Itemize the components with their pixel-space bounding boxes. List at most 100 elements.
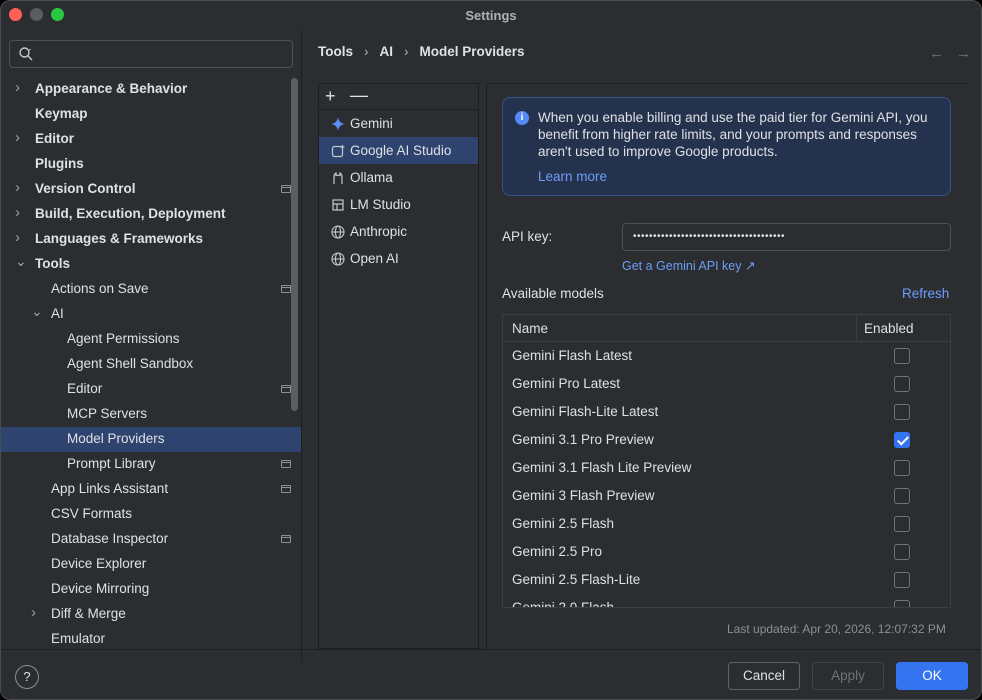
provider-label: LM Studio <box>350 197 411 212</box>
tree-item[interactable]: ⌄ AI <box>1 302 301 327</box>
info-icon: i <box>515 111 529 125</box>
table-row[interactable]: Gemini 2.5 Flash <box>503 510 950 538</box>
remove-provider-button[interactable]: — <box>350 85 368 106</box>
chevron-down-icon[interactable]: ⌄ <box>15 253 27 269</box>
tree-item[interactable]: Editor <box>1 377 301 402</box>
tree-scrollbar[interactable] <box>291 78 298 411</box>
forward-arrow-icon[interactable]: → <box>956 45 971 62</box>
tree-item[interactable]: Actions on Save <box>1 277 301 302</box>
available-models-label: Available models <box>502 286 604 301</box>
tree-item-label: Keymap <box>35 106 88 121</box>
cancel-button[interactable]: Cancel <box>728 662 800 690</box>
tree-item[interactable]: CSV Formats <box>1 502 301 527</box>
model-enabled-checkbox[interactable] <box>894 432 910 448</box>
tree-item[interactable]: › Appearance & Behavior <box>1 77 301 102</box>
model-enabled-checkbox[interactable] <box>894 460 910 476</box>
api-key-input[interactable]: •••••••••••••••••••••••••••••••••••••• <box>622 223 951 251</box>
model-enabled-checkbox[interactable] <box>894 516 910 532</box>
tree-item-label: Database Inspector <box>51 531 169 546</box>
tree-item[interactable]: Database Inspector <box>1 527 301 552</box>
tree-item[interactable]: › Version Control <box>1 177 301 202</box>
provider-item[interactable]: Google AI Studio <box>319 137 478 164</box>
column-header-enabled[interactable]: Enabled <box>864 321 914 336</box>
tree-item[interactable]: Keymap <box>1 102 301 127</box>
tree-item[interactable]: › Editor <box>1 127 301 152</box>
model-enabled-checkbox[interactable] <box>894 404 910 420</box>
tree-item-label: App Links Assistant <box>51 481 169 496</box>
chevron-right-icon[interactable]: › <box>15 179 27 196</box>
model-enabled-checkbox[interactable] <box>894 572 910 588</box>
provider-item[interactable]: Open AI <box>319 245 478 272</box>
tree-item[interactable]: Plugins <box>1 152 301 177</box>
table-row[interactable]: Gemini 3.1 Pro Preview <box>503 426 950 454</box>
provider-item[interactable]: Anthropic <box>319 218 478 245</box>
tree-item[interactable]: › Languages & Frameworks <box>1 227 301 252</box>
model-enabled-checkbox[interactable] <box>894 544 910 560</box>
chevron-right-icon: › <box>364 44 369 59</box>
tree-item[interactable]: Device Explorer <box>1 552 301 577</box>
model-enabled-checkbox[interactable] <box>894 348 910 364</box>
get-api-key-link[interactable]: Get a Gemini API key ↗ <box>622 258 755 273</box>
minimize-window-button[interactable] <box>30 8 43 21</box>
chevron-right-icon[interactable]: › <box>15 129 27 146</box>
tree-item[interactable]: App Links Assistant <box>1 477 301 502</box>
chevron-down-icon[interactable]: ⌄ <box>31 303 43 319</box>
column-header-name[interactable]: Name <box>512 321 548 336</box>
tree-item[interactable]: Agent Shell Sandbox <box>1 352 301 377</box>
tree-item[interactable]: Agent Permissions <box>1 327 301 352</box>
ollama-icon <box>330 170 346 186</box>
tree-item-label: Version Control <box>35 181 136 196</box>
provider-item[interactable]: Ollama <box>319 164 478 191</box>
model-enabled-checkbox[interactable] <box>894 488 910 504</box>
model-name: Gemini 3.1 Flash Lite Preview <box>512 460 692 475</box>
help-button[interactable]: ? <box>15 665 39 689</box>
tree-item-label: Plugins <box>35 156 84 171</box>
model-name: Gemini Flash-Lite Latest <box>512 404 659 419</box>
tree-item-label: CSV Formats <box>51 506 133 521</box>
model-enabled-checkbox[interactable] <box>894 376 910 392</box>
learn-more-link[interactable]: Learn more <box>538 169 607 184</box>
tree-item[interactable]: MCP Servers <box>1 402 301 427</box>
chevron-right-icon[interactable]: › <box>15 79 27 96</box>
back-arrow-icon[interactable]: ← <box>929 45 944 62</box>
tree-item[interactable]: Device Mirroring <box>1 577 301 602</box>
table-row[interactable]: Gemini Flash Latest <box>503 342 950 370</box>
project-scope-icon <box>281 485 291 493</box>
column-separator[interactable] <box>856 315 857 342</box>
tree-item-label: Device Explorer <box>51 556 147 571</box>
table-row[interactable]: Gemini Flash-Lite Latest <box>503 398 950 426</box>
provider-item[interactable]: Gemini <box>319 110 478 137</box>
tree-item[interactable]: Model Providers <box>1 427 301 452</box>
refresh-link[interactable]: Refresh <box>902 286 949 301</box>
table-row[interactable]: Gemini Pro Latest <box>503 370 950 398</box>
close-window-button[interactable] <box>9 8 22 21</box>
maximize-window-button[interactable] <box>51 8 64 21</box>
model-enabled-checkbox[interactable] <box>894 600 910 607</box>
tree-item-label: Diff & Merge <box>51 606 126 621</box>
chevron-right-icon[interactable]: › <box>15 204 27 221</box>
model-name: Gemini 2.5 Flash-Lite <box>512 572 641 587</box>
table-row[interactable]: Gemini 2.5 Pro <box>503 538 950 566</box>
breadcrumb-item-ai[interactable]: AI <box>380 44 394 59</box>
chevron-right-icon[interactable]: › <box>31 604 43 621</box>
table-row[interactable]: Gemini 3.1 Flash Lite Preview <box>503 454 950 482</box>
apply-button[interactable]: Apply <box>812 662 884 690</box>
provider-label: Google AI Studio <box>350 143 452 158</box>
project-scope-icon <box>281 460 291 468</box>
table-row[interactable]: Gemini 2.0 Flash <box>503 594 950 607</box>
tree-item[interactable]: › Build, Execution, Deployment <box>1 202 301 227</box>
provider-item[interactable]: LM Studio <box>319 191 478 218</box>
lm-studio-icon <box>330 197 346 213</box>
breadcrumb-item-tools[interactable]: Tools <box>318 44 353 59</box>
providers-toolbar: + — <box>319 84 478 110</box>
tree-item[interactable]: Prompt Library <box>1 452 301 477</box>
table-row[interactable]: Gemini 2.5 Flash-Lite <box>503 566 950 594</box>
settings-search-input[interactable] <box>9 40 293 68</box>
tree-item[interactable]: › Diff & Merge <box>1 602 301 627</box>
add-provider-button[interactable]: + <box>325 86 336 107</box>
table-row[interactable]: Gemini 3 Flash Preview <box>503 482 950 510</box>
tree-item[interactable]: ⌄ Tools <box>1 252 301 277</box>
ok-button[interactable]: OK <box>896 662 968 690</box>
tree-item-label: Tools <box>35 256 70 271</box>
chevron-right-icon[interactable]: › <box>15 229 27 246</box>
